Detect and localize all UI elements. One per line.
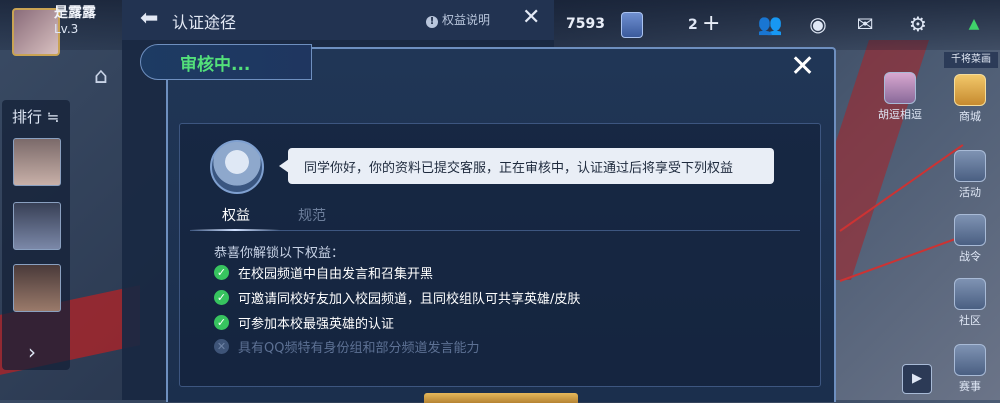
check-icon: ✓ xyxy=(214,315,229,330)
npc-avatar xyxy=(210,140,264,194)
close-icon[interactable]: ✕ xyxy=(522,5,540,30)
active-tab-indicator xyxy=(190,229,280,231)
activity-button[interactable]: 活动 xyxy=(948,150,992,200)
wifi-icon: ▲ xyxy=(968,16,980,32)
activity-label: 活动 xyxy=(959,186,981,199)
benefit-text: 可邀请同校好友加入校园频道，且同校组队可共享英雄/皮肤 xyxy=(238,292,581,307)
locked-x-icon: ✕ xyxy=(214,339,229,354)
message-bubble: 同学你好，你的资料已提交客服，正在审核中，认证通过后将享受下列权益 xyxy=(279,148,774,184)
tab-benefits[interactable]: 权益 xyxy=(222,205,250,225)
video-play-icon[interactable]: ▶ xyxy=(902,364,932,394)
gear-icon[interactable]: ⚙ xyxy=(904,12,932,36)
battle-pass-label: 战令 xyxy=(959,250,981,263)
tab-rules[interactable]: 规范 xyxy=(298,205,326,225)
rank-avatar[interactable] xyxy=(13,138,61,186)
benefits-header: 恭喜你解锁以下权益： xyxy=(214,246,345,261)
battle-pass-icon xyxy=(954,214,986,246)
plus-icon[interactable]: + xyxy=(702,12,720,36)
benefit-info-label: 权益说明 xyxy=(442,13,491,27)
benefit-info-link[interactable]: ! 权益说明 xyxy=(426,11,490,28)
review-status-title: 审核中... xyxy=(180,55,251,75)
benefit-item-locked: ✕ 具有QQ频特有身份组和部分频道发言能力 xyxy=(214,337,479,356)
rank-avatar[interactable] xyxy=(13,202,61,250)
event-entry[interactable]: 胡逗相逗 xyxy=(870,72,930,122)
right-rail: 商城 活动 战令 社区 赛事 xyxy=(940,48,998,400)
tournament-label: 赛事 xyxy=(959,380,981,393)
benefit-item: ✓ 可邀请同校好友加入校园频道，且同校组队可共享英雄/皮肤 xyxy=(214,288,580,307)
confirm-button[interactable] xyxy=(424,393,578,403)
player-level: Lv.3 xyxy=(54,22,79,36)
coupon-icon xyxy=(621,12,643,38)
check-icon: ✓ xyxy=(214,265,229,280)
home-icon[interactable]: ⌂ xyxy=(94,64,108,89)
benefit-text: 可参加本校最强英雄的认证 xyxy=(238,317,395,332)
tab-divider xyxy=(190,230,800,231)
player-profile[interactable] xyxy=(12,8,60,56)
dialog-close-icon[interactable]: ✕ xyxy=(790,51,815,83)
shop-icon xyxy=(954,74,986,106)
community-icon xyxy=(954,278,986,310)
certification-panel-title: 认证途径 xyxy=(172,13,237,32)
shop-button[interactable]: 商城 xyxy=(948,74,992,124)
benefit-text: 在校园频道中自由发言和召集开黑 xyxy=(238,267,434,282)
benefit-text: 具有QQ频特有身份组和部分频道发言能力 xyxy=(238,341,480,356)
player-avatar[interactable] xyxy=(12,8,60,56)
benefit-item: ✓ 在校园频道中自由发言和召集开黑 xyxy=(214,263,433,282)
rank-avatar[interactable] xyxy=(13,264,61,312)
shop-label: 商城 xyxy=(959,110,981,123)
coin-count: 7593 xyxy=(566,16,605,32)
mail-icon[interactable]: ✉ xyxy=(851,12,879,36)
review-message: 同学你好，你的资料已提交客服，正在审核中，认证通过后将享受下列权益 xyxy=(304,161,734,176)
event-icon xyxy=(884,72,916,104)
tournament-button[interactable]: 赛事 xyxy=(948,344,992,394)
back-arrow-icon[interactable]: ⬅ xyxy=(140,6,158,31)
event-label: 胡逗相逗 xyxy=(878,108,922,121)
community-button[interactable]: 社区 xyxy=(948,278,992,328)
benefit-item: ✓ 可参加本校最强英雄的认证 xyxy=(214,313,394,332)
community-label: 社区 xyxy=(959,314,981,327)
friends-icon[interactable]: 👥 xyxy=(756,12,784,36)
player-name: 是露露 xyxy=(54,5,96,21)
rank-title[interactable]: 排行 ≒ xyxy=(12,106,59,127)
trophy-icon xyxy=(954,344,986,376)
rank-panel: 排行 ≒ › xyxy=(2,100,70,370)
info-icon: ! xyxy=(426,16,438,28)
check-icon: ✓ xyxy=(214,290,229,305)
eye-icon[interactable]: ◉ xyxy=(804,12,832,36)
activity-icon xyxy=(954,150,986,182)
battle-pass-button[interactable]: 战令 xyxy=(948,214,992,264)
certification-panel-header: ⬅ 认证途径 ! 权益说明 ✕ xyxy=(122,0,554,40)
chevron-right-icon[interactable]: › xyxy=(28,340,36,364)
gem-count: 2 xyxy=(688,17,698,33)
